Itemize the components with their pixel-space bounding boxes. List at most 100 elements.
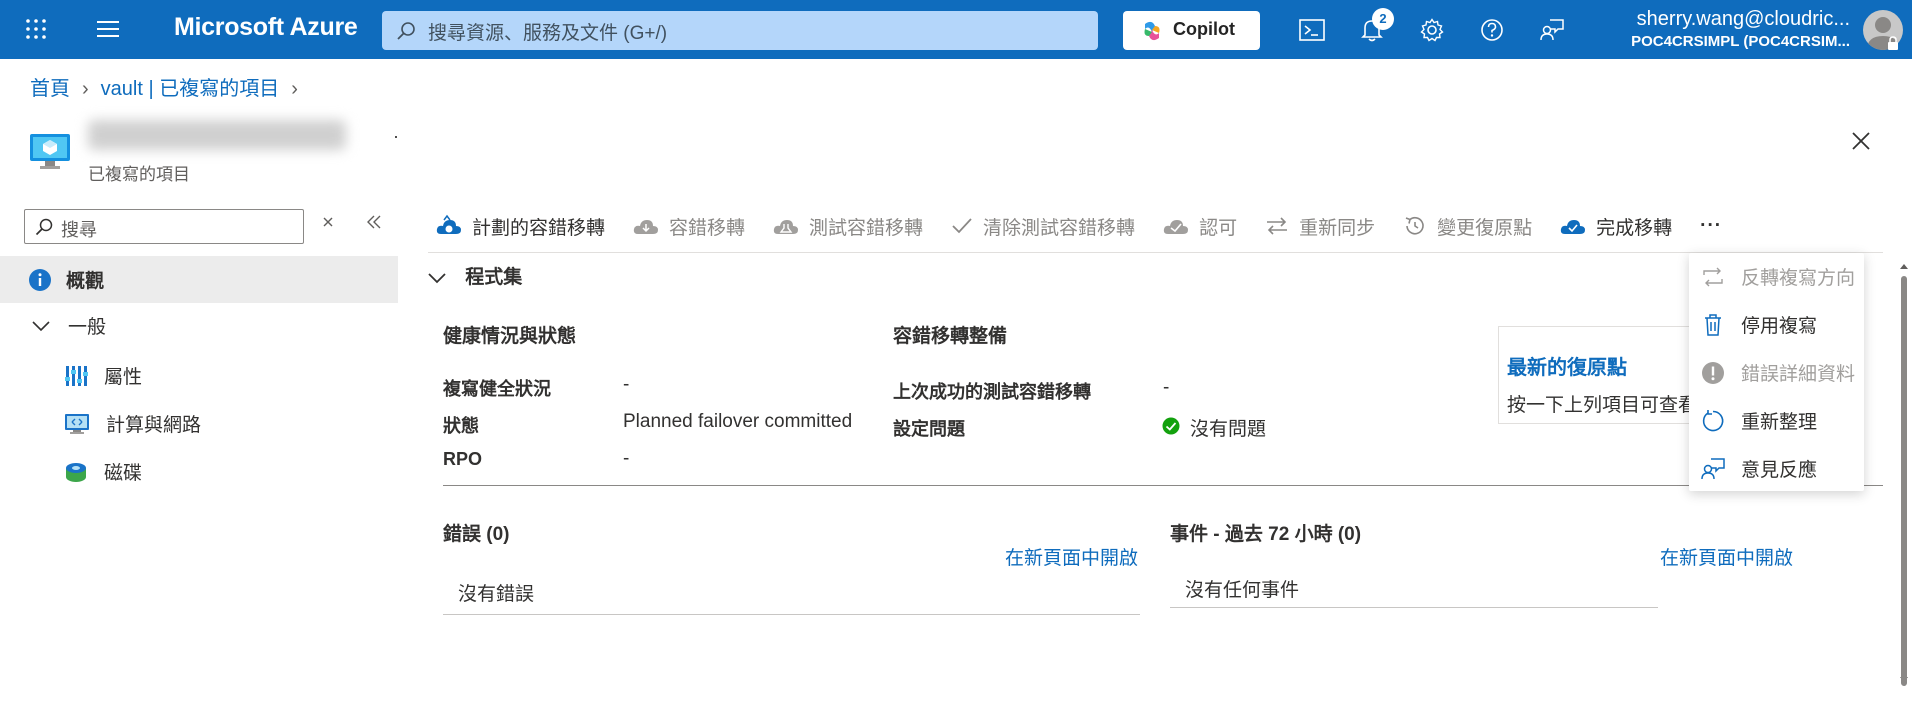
essentials-title: 程式集 xyxy=(465,267,523,288)
refresh-icon xyxy=(1702,409,1724,431)
recovery-card-desc: 按一下上列項目可查看 xyxy=(1507,395,1698,416)
brand-title[interactable]: Microsoft Azure xyxy=(174,13,358,42)
menu-item-error-details[interactable]: 錯誤詳細資料 xyxy=(1689,349,1864,396)
user-tenant: POC4CRSIMPL (POC4CRSIM... xyxy=(1631,33,1850,50)
menu-item-label: 意見反應 xyxy=(1741,460,1818,481)
menu-item-label: 重新整理 xyxy=(1741,412,1818,433)
nav-item-properties[interactable]: 屬性 xyxy=(0,352,398,399)
notification-count-badge: 2 xyxy=(1372,8,1394,30)
menu-item-reverse-replication[interactable]: 反轉複寫方向 xyxy=(1689,253,1864,300)
errors-open-link[interactable]: 在新頁面中開啟 xyxy=(1005,543,1138,570)
nav-item-disks[interactable]: 磁碟 xyxy=(0,448,398,495)
menu-item-label: 停用複寫 xyxy=(1741,316,1818,337)
close-icon[interactable] xyxy=(1846,126,1876,156)
cleanup-test-failover-button[interactable]: 清除測試容錯移轉 xyxy=(951,213,1135,240)
chevron-down-icon xyxy=(32,320,50,331)
more-commands-menu: 反轉複寫方向 停用複寫 錯誤詳細資料 重新整理 意見反應 xyxy=(1689,253,1864,491)
nav-item-label: 計算與網路 xyxy=(106,415,202,436)
copilot-button[interactable]: Copilot xyxy=(1123,11,1260,50)
command-bar: 計劃的容錯移轉 容錯移轉 測試容錯移轉 清除測試容錯移轉 認可 重新同步 變更復… xyxy=(436,209,1750,243)
scrollbar-thumb[interactable] xyxy=(1901,276,1907,686)
scroll-up-arrow-icon[interactable] xyxy=(1899,262,1909,270)
resync-icon xyxy=(1267,217,1288,235)
app-launcher-icon[interactable] xyxy=(16,9,56,49)
menu-item-disable-replication[interactable]: 停用複寫 xyxy=(1689,301,1864,348)
nav-group-general[interactable]: 一般 xyxy=(0,302,398,349)
failover-button[interactable]: 容錯移轉 xyxy=(633,213,745,240)
replication-health-label: 複寫健全狀況 xyxy=(443,379,551,399)
command-label: 變更復原點 xyxy=(1437,217,1533,239)
cloud-shell-icon[interactable] xyxy=(1292,10,1332,50)
command-label: 完成移轉 xyxy=(1596,217,1673,239)
info-icon xyxy=(29,268,51,291)
events-heading: 事件 - 過去 72 小時 (0) xyxy=(1170,524,1362,545)
events-open-link[interactable]: 在新頁面中開啟 xyxy=(1660,543,1793,570)
chevron-right-icon: › xyxy=(82,78,89,100)
errors-empty-text: 沒有錯誤 xyxy=(458,584,535,605)
feedback-icon[interactable] xyxy=(1532,10,1572,50)
status-value: Planned failover committed xyxy=(623,411,853,432)
chevron-down-icon xyxy=(428,273,446,284)
menu-item-feedback[interactable]: 意見反應 xyxy=(1689,445,1864,492)
trash-icon xyxy=(1705,313,1721,336)
failover-icon xyxy=(633,220,659,234)
menu-item-refresh[interactable]: 重新整理 xyxy=(1689,397,1864,444)
nav-item-label: 磁碟 xyxy=(104,463,143,484)
properties-icon xyxy=(65,365,88,386)
command-label: 測試容錯移轉 xyxy=(809,217,924,239)
page-title-redacted xyxy=(88,120,346,150)
last-test-failover-value: - xyxy=(1163,377,1170,398)
command-label: 重新同步 xyxy=(1299,217,1376,239)
nav-search-input[interactable]: 搜尋 xyxy=(24,209,304,244)
nav-item-compute-network[interactable]: 計算與網路 xyxy=(0,400,398,447)
events-divider xyxy=(1170,607,1658,608)
nav-search-placeholder: 搜尋 xyxy=(61,220,97,240)
search-icon xyxy=(397,22,415,40)
essentials-toggle[interactable]: 程式集 xyxy=(428,262,522,289)
change-recovery-point-button[interactable]: 變更復原點 xyxy=(1403,213,1532,240)
user-email: sherry.wang@cloudric... xyxy=(1636,8,1850,30)
more-commands-button[interactable]: ··· xyxy=(1700,215,1722,237)
latest-recovery-point-card[interactable]: 最新的復原點 按一下上列項目可查看 xyxy=(1498,326,1705,424)
menu-item-label: 錯誤詳細資料 xyxy=(1741,364,1856,385)
planned-failover-icon xyxy=(436,214,461,234)
global-search-input[interactable]: 搜尋資源、服務及文件 (G+/) xyxy=(382,11,1098,50)
success-check-icon xyxy=(1162,417,1180,440)
network-icon xyxy=(65,413,89,434)
page-subtitle: 已複寫的項目 xyxy=(88,165,190,184)
breadcrumb-vault-link[interactable]: vault | 已複寫的項目 xyxy=(101,78,280,100)
test-failover-button[interactable]: 測試容錯移轉 xyxy=(773,213,923,240)
replication-health-value: - xyxy=(623,374,630,395)
help-icon[interactable] xyxy=(1472,10,1512,50)
collapse-nav-icon[interactable] xyxy=(364,212,384,232)
complete-migration-button[interactable]: 完成移轉 xyxy=(1560,213,1672,240)
check-icon xyxy=(952,218,972,234)
nav-item-overview[interactable]: 概觀 xyxy=(0,256,398,303)
complete-migration-icon xyxy=(1560,220,1586,234)
nav-item-label: 一般 xyxy=(68,317,107,338)
account-info[interactable]: sherry.wang@cloudric... POC4CRSIMPL (POC… xyxy=(1631,8,1850,50)
feedback-icon xyxy=(1701,457,1725,479)
health-heading: 健康情況與狀態 xyxy=(443,326,577,347)
test-failover-icon xyxy=(773,220,799,234)
hamburger-menu-icon[interactable] xyxy=(88,9,128,49)
section-divider xyxy=(443,485,1883,486)
command-label: 認可 xyxy=(1199,217,1238,239)
command-bar-divider xyxy=(428,252,1883,253)
menu-item-label: 反轉複寫方向 xyxy=(1741,268,1856,289)
search-placeholder: 搜尋資源、服務及文件 (G+/) xyxy=(428,23,668,44)
events-empty-text: 沒有任何事件 xyxy=(1185,580,1300,601)
command-label: 容錯移轉 xyxy=(669,217,746,239)
settings-gear-icon[interactable] xyxy=(1412,10,1452,50)
error-icon xyxy=(1702,361,1724,384)
clear-search-icon[interactable] xyxy=(320,214,336,230)
breadcrumb-home-link[interactable]: 首頁 xyxy=(30,78,70,100)
commit-button[interactable]: 認可 xyxy=(1163,213,1237,240)
resync-button[interactable]: 重新同步 xyxy=(1265,213,1375,240)
title-dot: · xyxy=(393,126,399,146)
readiness-heading: 容錯移轉整備 xyxy=(893,326,1008,347)
lock-icon xyxy=(1888,36,1898,50)
planned-failover-button[interactable]: 計劃的容錯移轉 xyxy=(436,213,605,240)
search-icon xyxy=(35,218,53,236)
errors-heading: 錯誤 (0) xyxy=(443,524,510,545)
